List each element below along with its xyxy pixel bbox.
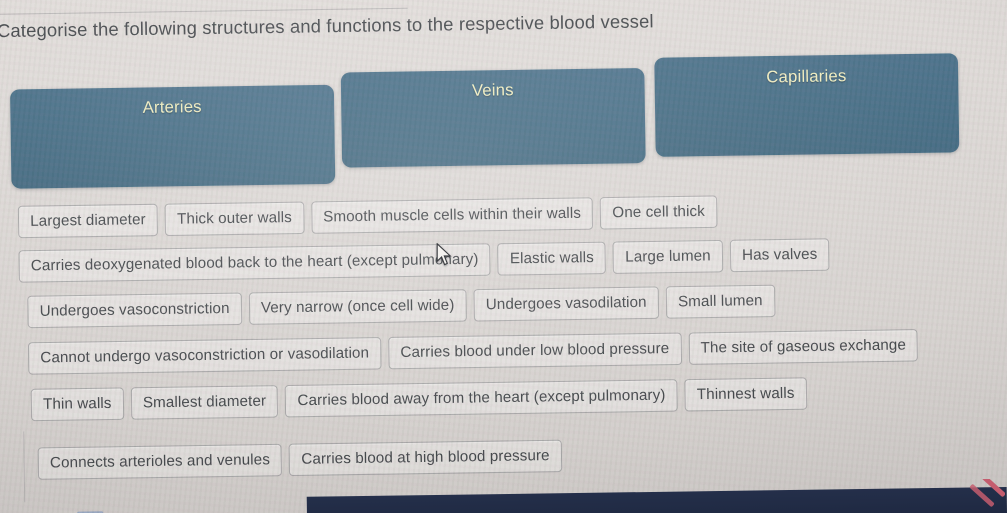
bezel-dark-segment <box>306 487 1007 513</box>
answer-tile-pool: Largest diameter Thick outer walls Smoot… <box>0 0 1007 513</box>
draggable-tile[interactable]: Thinnest walls <box>684 377 807 412</box>
draggable-tile[interactable]: Carries deoxygenated blood back to the h… <box>18 243 491 283</box>
photographed-screen: Categorise the following structures and … <box>0 0 1007 513</box>
draggable-tile[interactable]: Large lumen <box>612 239 724 275</box>
tile-row: Cannot undergo vasoconstriction or vasod… <box>27 329 919 375</box>
draggable-tile[interactable]: Cannot undergo vasoconstriction or vasod… <box>27 337 382 375</box>
draggable-tile[interactable]: Carries blood under low blood pressure <box>388 332 682 370</box>
draggable-tile[interactable]: Carries blood at high blood pressure <box>288 439 563 477</box>
draggable-tile[interactable]: Connects arterioles and venules <box>37 443 283 481</box>
page-content-plane: Categorise the following structures and … <box>0 0 1007 513</box>
tile-row: Carries deoxygenated blood back to the h… <box>18 238 830 283</box>
draggable-tile[interactable]: Smooth muscle cells within their walls <box>310 197 594 235</box>
draggable-tile[interactable]: Undergoes vasodilation <box>473 286 660 322</box>
tile-row: Undergoes vasoconstriction Very narrow (… <box>27 284 776 329</box>
draggable-tile[interactable]: Thick outer walls <box>164 201 305 237</box>
tile-row: Largest diameter Thick outer walls Smoot… <box>17 195 718 239</box>
draggable-tile[interactable]: Undergoes vasoconstriction <box>27 292 242 329</box>
mouse-cursor-arrow-pointer-icon <box>436 243 452 266</box>
bezel-pink-object <box>957 479 1005 513</box>
draggable-tile[interactable]: Largest diameter <box>17 203 159 239</box>
draggable-tile[interactable]: The site of gaseous exchange <box>688 329 919 366</box>
draggable-tile[interactable]: Has valves <box>729 238 830 273</box>
monitor-bottom-bezel <box>0 479 1007 513</box>
draggable-tile[interactable]: Thin walls <box>30 387 124 422</box>
draggable-tile[interactable]: Smallest diameter <box>130 385 279 420</box>
tile-row: Connects arterioles and venules Carries … <box>37 439 563 481</box>
draggable-tile[interactable]: One cell thick <box>599 195 718 230</box>
draggable-tile[interactable]: Carries blood away from the heart (excep… <box>285 379 678 418</box>
tile-row: Thin walls Smallest diameter Carries blo… <box>30 377 807 422</box>
draggable-tile[interactable]: Small lumen <box>665 284 776 319</box>
draggable-tile[interactable]: Very narrow (once cell wide) <box>248 289 467 326</box>
draggable-tile[interactable]: Elastic walls <box>497 241 607 276</box>
